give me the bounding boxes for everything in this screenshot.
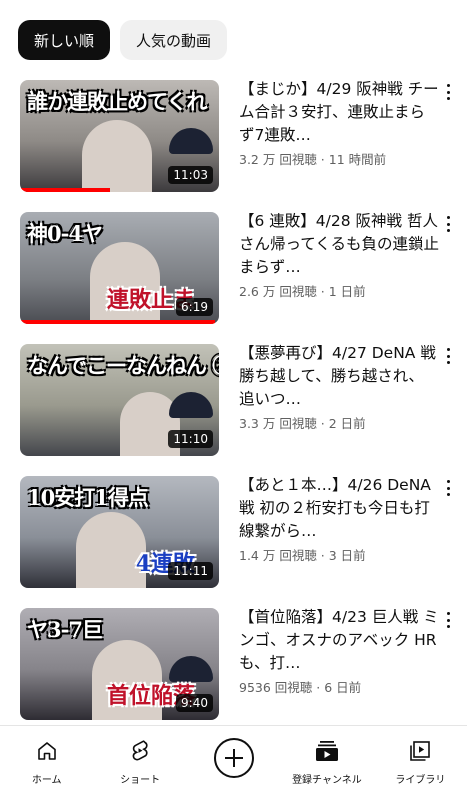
watch-progress-bar (20, 320, 216, 324)
video-title[interactable]: 【あと１本…】4/26 DeNA 戦 初の２桁安打も今日も打線繋がら… (239, 474, 439, 543)
nav-shorts[interactable]: ショート (93, 726, 186, 800)
video-item[interactable]: 神0-4ヤ 連敗止ま 6:19 【6 連敗】4/28 阪神戦 哲人さん帰ってくる… (0, 210, 467, 342)
video-thumbnail[interactable]: 誰か連敗止めてくれ 11:03 (20, 80, 219, 192)
nav-home[interactable]: ホーム (0, 726, 93, 800)
more-options-icon[interactable] (441, 478, 455, 498)
more-options-icon[interactable] (441, 214, 455, 234)
video-info: 【悪夢再び】4/27 DeNA 戦 勝ち越して、勝ち越され、追いつ… 3.3 万… (239, 342, 439, 432)
video-title[interactable]: 【悪夢再び】4/27 DeNA 戦 勝ち越して、勝ち越され、追いつ… (239, 342, 439, 411)
video-meta: 9536 回視聴 · 6 日前 (239, 680, 362, 695)
video-info: 【首位陥落】4/23 巨人戦 ミンゴ、オスナのアベック HR も、打… 9536… (239, 606, 439, 696)
home-icon (32, 736, 62, 766)
chip-newest[interactable]: 新しい順 (18, 20, 111, 60)
subscriptions-icon (312, 736, 342, 766)
bottom-navigation: ホーム ショート 登録チャンネル ライブラリ (0, 725, 467, 800)
video-item[interactable]: 10安打1得点 4連敗 11:11 【あと１本…】4/26 DeNA 戦 初の２… (0, 474, 467, 606)
video-info: 【6 連敗】4/28 阪神戦 哲人さん帰ってくるも負の連鎖止まらず… 2.6 万… (239, 210, 439, 300)
library-icon (405, 736, 435, 766)
video-title[interactable]: 【首位陥落】4/23 巨人戦 ミンゴ、オスナのアベック HR も、打… (239, 606, 439, 675)
more-options-icon[interactable] (441, 610, 455, 630)
duration-badge: 11:10 (168, 430, 213, 448)
thumbnail-caption: 10安打1得点 (27, 485, 149, 510)
video-meta: 3.3 万 回視聴 · 2 日前 (239, 416, 366, 431)
thumbnail-caption: なんでこーなんねん ② (27, 353, 219, 378)
video-info: 【まじか】4/29 阪神戦 チーム合計３安打、連敗止まらず7連敗… 3.2 万 … (239, 78, 439, 168)
more-options-icon[interactable] (441, 82, 455, 102)
thumbnail-caption: 神0-4ヤ (27, 221, 103, 246)
create-icon (213, 738, 254, 778)
filter-chips: 新しい順 人気の動画 (18, 20, 228, 60)
duration-badge: 11:03 (168, 166, 213, 184)
thumbnail-caption: ヤ3-7巨 (27, 617, 103, 642)
video-title[interactable]: 【まじか】4/29 阪神戦 チーム合計３安打、連敗止まらず7連敗… (239, 78, 439, 147)
video-meta: 3.2 万 回視聴 · 11 時間前 (239, 152, 387, 167)
nav-label: ショート (120, 775, 161, 786)
video-item[interactable]: ヤ3-7巨 首位陥落 9:40 【首位陥落】4/23 巨人戦 ミンゴ、オスナのア… (0, 606, 467, 738)
video-meta: 1.4 万 回視聴 · 3 日前 (239, 548, 366, 563)
video-item[interactable]: なんでこーなんねん ② 11:10 【悪夢再び】4/27 DeNA 戦 勝ち越し… (0, 342, 467, 474)
video-info: 【あと１本…】4/26 DeNA 戦 初の２桁安打も今日も打線繋がら… 1.4 … (239, 474, 439, 564)
shorts-icon (125, 736, 155, 766)
video-thumbnail[interactable]: 10安打1得点 4連敗 11:11 (20, 476, 219, 588)
video-list: 誰か連敗止めてくれ 11:03 【まじか】4/29 阪神戦 チーム合計３安打、連… (0, 78, 467, 738)
nav-library[interactable]: ライブラリ (374, 726, 467, 800)
video-thumbnail[interactable]: 神0-4ヤ 連敗止ま 6:19 (20, 212, 219, 324)
video-item[interactable]: 誰か連敗止めてくれ 11:03 【まじか】4/29 阪神戦 チーム合計３安打、連… (0, 78, 467, 210)
watch-progress-bar (20, 188, 110, 192)
duration-badge: 11:11 (168, 562, 213, 580)
chip-popular[interactable]: 人気の動画 (120, 20, 228, 60)
thumbnail-caption: 誰か連敗止めてくれ (27, 89, 207, 114)
nav-create[interactable] (187, 726, 280, 800)
duration-badge: 6:19 (176, 298, 213, 316)
nav-label: 登録チャンネル (292, 775, 362, 786)
video-thumbnail[interactable]: なんでこーなんねん ② 11:10 (20, 344, 219, 456)
more-options-icon[interactable] (441, 346, 455, 366)
nav-label: ホーム (31, 775, 62, 786)
nav-subscriptions[interactable]: 登録チャンネル (280, 726, 373, 800)
duration-badge: 9:40 (176, 694, 213, 712)
video-thumbnail[interactable]: ヤ3-7巨 首位陥落 9:40 (20, 608, 219, 720)
video-title[interactable]: 【6 連敗】4/28 阪神戦 哲人さん帰ってくるも負の連鎖止まらず… (239, 210, 439, 279)
thumbnail-figure (82, 120, 152, 192)
nav-label: ライブラリ (395, 775, 446, 786)
video-meta: 2.6 万 回視聴 · 1 日前 (239, 284, 366, 299)
